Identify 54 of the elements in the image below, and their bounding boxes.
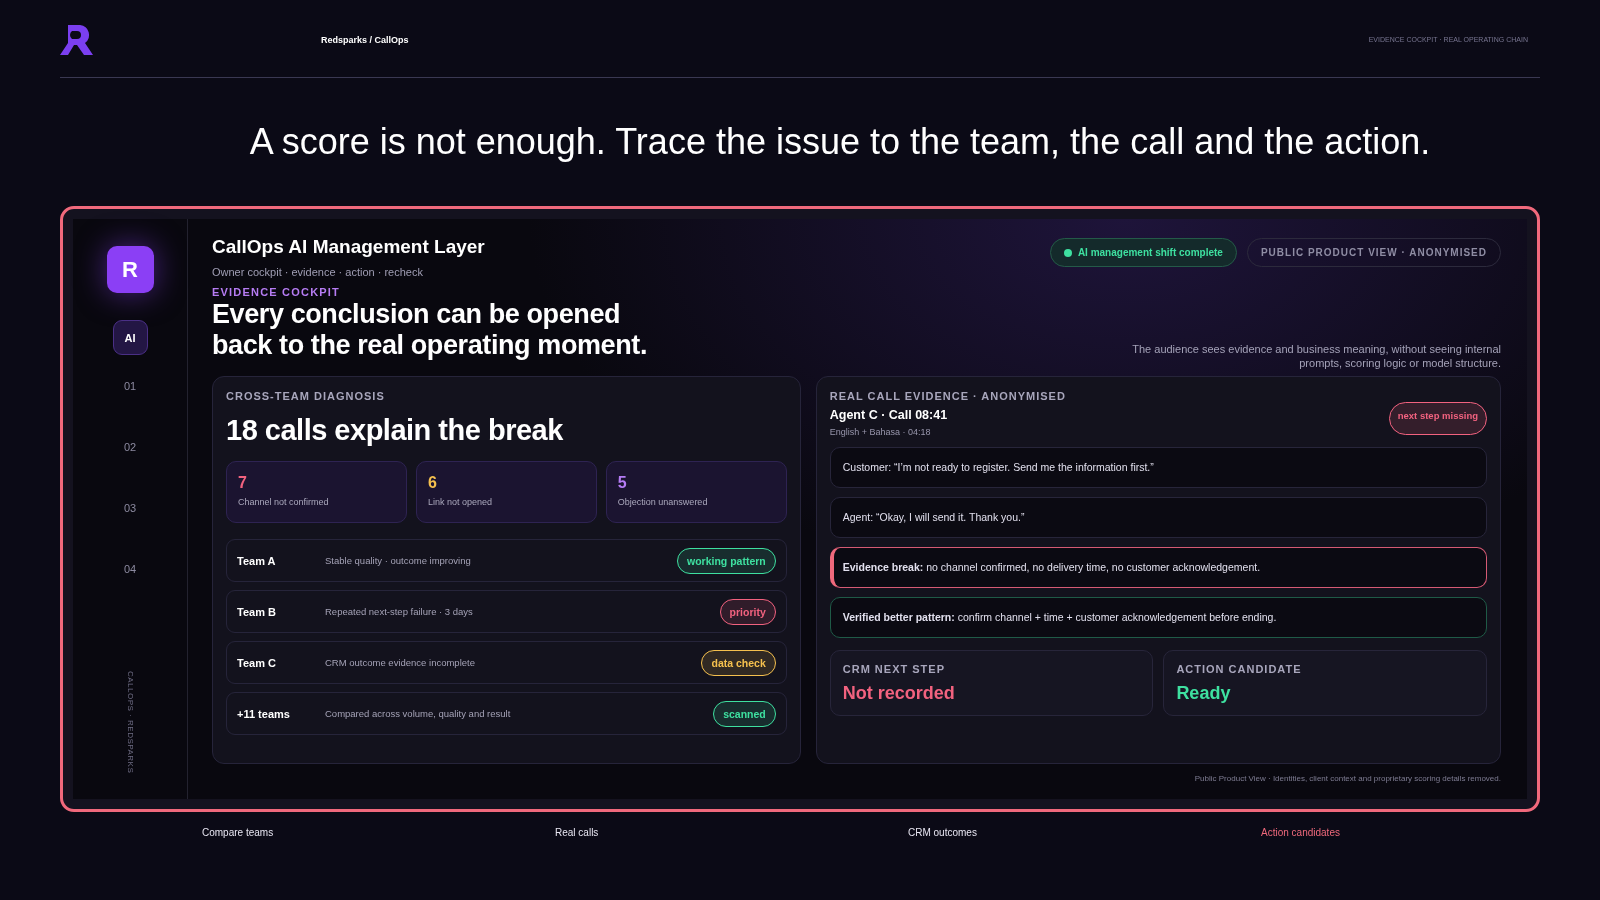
vertical-caption: CALLOPS · REDSPARKS bbox=[125, 670, 135, 773]
logo-tile: R bbox=[106, 246, 154, 293]
team-row[interactable]: Team A Stable quality · outcome improving working pattern bbox=[226, 539, 787, 582]
outcome-label: ACTION CANDIDATE bbox=[1176, 663, 1303, 675]
sidebar-item[interactable]: 03 bbox=[112, 477, 148, 538]
stat-label: Objection unanswered bbox=[617, 497, 709, 507]
outcome-label: CRM NEXT STEP bbox=[842, 663, 946, 675]
sidebar-item[interactable]: 02 bbox=[112, 416, 148, 477]
stat-value: 6 bbox=[427, 474, 438, 492]
team-name: Team B bbox=[237, 605, 277, 618]
outcome-value: Ready bbox=[1176, 683, 1232, 704]
team-tag: scanned bbox=[713, 700, 776, 727]
cockpit-title: CallOps AI Management Layer bbox=[212, 236, 486, 258]
section-tab[interactable]: Compare teams bbox=[202, 823, 274, 842]
team-tag: data check bbox=[701, 649, 776, 676]
call-title: Agent C · Call 08:41 bbox=[829, 408, 948, 422]
team-row[interactable]: Team C CRM outcome evidence incomplete data check bbox=[226, 641, 787, 684]
sidebar-item[interactable]: 04 bbox=[112, 538, 148, 599]
sidebar-item[interactable]: AI bbox=[112, 320, 148, 355]
team-name: Team C bbox=[237, 656, 277, 669]
section-tab[interactable]: CRM outcomes bbox=[908, 823, 977, 842]
section-tab[interactable]: Action candidates bbox=[1261, 823, 1340, 842]
panel-heading: 18 calls explain the break bbox=[226, 414, 564, 447]
panel-label: REAL CALL EVIDENCE · ANONYMISED bbox=[829, 390, 1067, 402]
headline: A score is not enough. Trace the issue to the team, the call and the action. bbox=[248, 120, 1432, 164]
eyebrow-label: EVIDENCE COCKPIT bbox=[212, 286, 341, 298]
stat-label: Channel not confirmed bbox=[238, 497, 330, 507]
stat-value: 7 bbox=[238, 474, 248, 492]
logo-icon bbox=[60, 24, 93, 55]
breadcrumb: Redsparks / CallOps bbox=[321, 34, 410, 45]
team-detail: Compared across volume, quality and result bbox=[325, 708, 512, 719]
team-row[interactable]: +11 teams Compared across volume, quality and result scanned bbox=[226, 692, 787, 735]
team-tag: working pattern bbox=[677, 547, 776, 574]
team-detail: CRM outcome evidence incomplete bbox=[325, 657, 476, 668]
team-detail: Repeated next-step failure · 3 days bbox=[325, 606, 474, 617]
panel-label: CROSS-TEAM DIAGNOSIS bbox=[226, 390, 386, 402]
stat-label: Link not opened bbox=[427, 497, 493, 507]
team-tag: priority bbox=[719, 598, 776, 625]
team-name: Team A bbox=[237, 554, 277, 567]
stat-value: 5 bbox=[617, 474, 628, 492]
footnote: Public Product View · Identities, client context and proprietary scoring details removed. bbox=[1194, 774, 1501, 783]
outcome-value: Not recorded bbox=[842, 683, 956, 704]
sidebar-item[interactable]: 01 bbox=[112, 355, 148, 416]
cockpit-heading: Every conclusion can be opened bbox=[212, 300, 622, 329]
call-meta: English + Bahasa · 04:18 bbox=[829, 427, 932, 437]
flag-tag: next step missing bbox=[1388, 402, 1487, 435]
team-row[interactable]: Team B Repeated next-step failure · 3 days priority bbox=[226, 590, 787, 633]
team-name: +11 teams bbox=[237, 707, 291, 720]
audience-note: The audience sees evidence and business meaning, without seeing internal prompts, scoring logic or model structure. bbox=[1131, 342, 1501, 370]
status-label: AI management shift complete bbox=[1077, 247, 1223, 258]
cockpit-subtitle: Owner cockpit · evidence · action · recheck bbox=[212, 266, 424, 278]
section-tab[interactable]: Real calls bbox=[555, 823, 599, 842]
cockpit-heading: back to the real operating moment. bbox=[212, 331, 647, 360]
team-detail: Stable quality · outcome improving bbox=[325, 555, 472, 566]
